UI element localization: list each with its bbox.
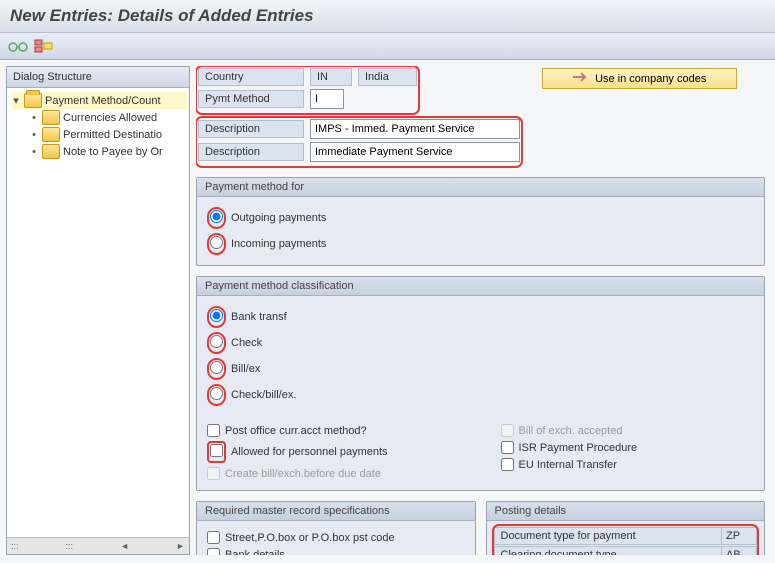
folder-icon [42, 110, 60, 125]
chk-isr[interactable]: ISR Payment Procedure [501, 439, 755, 456]
method-row: Pymt Method [198, 89, 417, 109]
collapse-icon[interactable]: ▾ [11, 94, 21, 107]
description-label: Description [198, 143, 304, 161]
group-title: Payment method classification [197, 277, 764, 296]
tree-item-payment-method[interactable]: ▾ Payment Method/Count [11, 92, 187, 109]
description-label: Description [198, 120, 304, 138]
method-label: Pymt Method [198, 90, 304, 108]
toolbar [0, 33, 775, 60]
group-posting-details: Posting details Document type for paymen… [486, 501, 766, 555]
use-in-company-codes-button[interactable]: Use in company codes [542, 68, 737, 89]
folder-icon [42, 144, 60, 159]
clearing-doc-type-row: Clearing document type AB [494, 546, 758, 555]
chk-create-billexch: Create bill/exch.before due date [207, 465, 461, 482]
radio-incoming[interactable]: Incoming payments [207, 231, 754, 257]
radio-check[interactable]: Check [207, 330, 754, 356]
doc-type-payment-row: Document type for payment ZP [494, 527, 758, 545]
glasses-icon[interactable] [8, 36, 28, 56]
description2-row: Description [198, 142, 520, 162]
structure-icon[interactable] [34, 36, 54, 56]
tree-item-note-payee[interactable]: • Note to Payee by Or [11, 143, 187, 160]
chk-street[interactable]: Street,P.O.box or P.O.box pst code [207, 529, 465, 546]
radio-bank-transf[interactable]: Bank transf [207, 304, 754, 330]
group-title: Posting details [487, 502, 765, 521]
sidebar-scrollbar[interactable]: ::::::◄► [7, 537, 189, 554]
chk-post-office[interactable]: Post office curr.acct method? [207, 422, 461, 439]
sidebar-header: Dialog Structure [7, 67, 189, 88]
tree-item-destinations[interactable]: • Permitted Destinatio [11, 126, 187, 143]
country-name: India [358, 68, 417, 86]
clearing-doc-type-value[interactable]: AB [721, 546, 757, 555]
radio-outgoing[interactable]: Outgoing payments [207, 205, 754, 231]
chk-eu-transfer[interactable]: EU Internal Transfer [501, 456, 755, 473]
country-code: IN [310, 68, 352, 86]
group-payment-for: Payment method for Outgoing payments Inc… [196, 177, 765, 266]
chk-bank-details[interactable]: Bank details [207, 546, 465, 555]
arrow-right-icon [573, 71, 589, 86]
radio-billex[interactable]: Bill/ex [207, 356, 754, 382]
description1-row: Description [198, 119, 520, 139]
pymt-method-input[interactable] [310, 89, 344, 109]
group-title: Required master record specifications [197, 502, 475, 521]
tree: ▾ Payment Method/Count • Currencies Allo… [7, 88, 189, 537]
group-required-master: Required master record specifications St… [196, 501, 476, 555]
doc-type-payment-value[interactable]: ZP [721, 527, 757, 545]
description1-input[interactable] [310, 119, 520, 139]
dialog-structure-panel: Dialog Structure ▾ Payment Method/Count … [6, 66, 190, 555]
chk-bill-accepted: Bill of exch. accepted [501, 422, 755, 439]
tree-item-currencies[interactable]: • Currencies Allowed [11, 109, 187, 126]
radio-checkbillex[interactable]: Check/bill/ex. [207, 382, 754, 408]
chk-personnel[interactable]: Allowed for personnel payments [207, 439, 461, 465]
country-label: Country [198, 68, 304, 86]
folder-icon [42, 127, 60, 142]
folder-open-icon [24, 93, 42, 108]
country-row: Country IN India [198, 68, 417, 86]
window-title: New Entries: Details of Added Entries [0, 0, 775, 33]
description2-input[interactable] [310, 142, 520, 162]
group-title: Payment method for [197, 178, 764, 197]
group-classification: Payment method classification Bank trans… [196, 276, 765, 491]
